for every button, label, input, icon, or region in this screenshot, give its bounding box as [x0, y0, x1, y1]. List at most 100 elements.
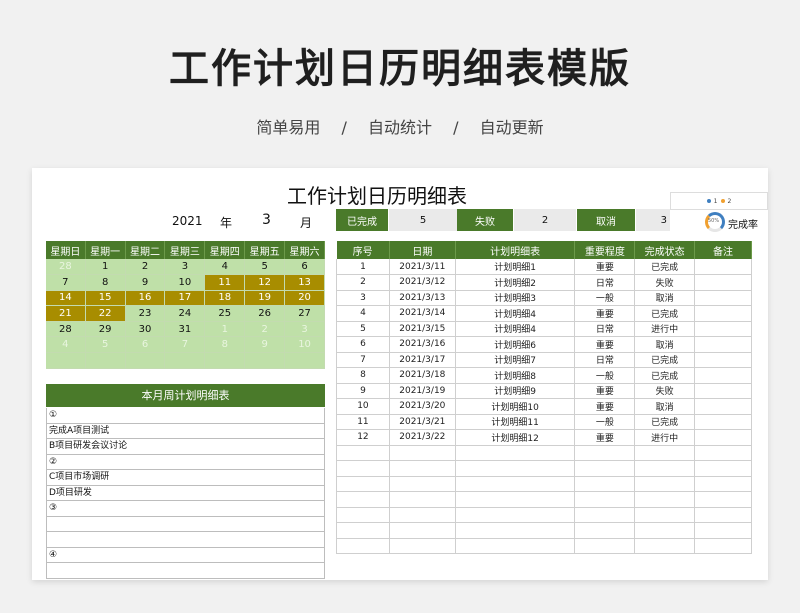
calendar-day[interactable]: 4	[46, 336, 86, 354]
table-cell[interactable]	[574, 445, 636, 461]
table-cell[interactable]: 重要	[574, 383, 636, 399]
table-cell[interactable]	[694, 274, 752, 291]
table-cell[interactable]	[455, 460, 576, 477]
calendar-day[interactable]: 7	[164, 336, 206, 354]
table-cell[interactable]: 2021/3/16	[389, 336, 456, 353]
table-cell[interactable]: 已完成	[634, 259, 696, 275]
table-cell[interactable]	[694, 414, 752, 430]
table-cell[interactable]: 7	[336, 352, 390, 368]
table-cell[interactable]	[694, 398, 752, 415]
table-cell[interactable]: 3	[336, 290, 390, 306]
week-plan-item[interactable]: B项目研发会议讨论	[46, 439, 325, 455]
table-cell[interactable]: 6	[336, 336, 390, 353]
table-cell[interactable]: 重要	[574, 305, 636, 322]
table-cell[interactable]	[694, 367, 752, 384]
calendar-day[interactable]	[244, 352, 286, 369]
calendar-day[interactable]: 29	[85, 321, 126, 338]
calendar-day[interactable]: 5	[244, 259, 286, 276]
calendar-day[interactable]: 12	[244, 274, 286, 291]
table-cell[interactable]	[336, 491, 390, 508]
table-cell[interactable]	[694, 522, 752, 539]
table-cell[interactable]	[694, 305, 752, 322]
table-cell[interactable]: 计划明细4	[455, 321, 576, 337]
calendar-day[interactable]: 2	[125, 259, 166, 276]
calendar-day[interactable]: 2	[244, 321, 286, 338]
calendar-day[interactable]: 3	[284, 321, 325, 338]
table-cell[interactable]	[694, 538, 752, 554]
table-cell[interactable]	[634, 522, 696, 539]
week-plan-item[interactable]: ④	[46, 547, 325, 563]
table-cell[interactable]	[574, 476, 636, 492]
table-cell[interactable]: 重要	[574, 336, 636, 353]
table-cell[interactable]	[455, 476, 576, 492]
table-cell[interactable]: 一般	[574, 290, 636, 306]
table-cell[interactable]: 2021/3/21	[389, 414, 456, 430]
week-plan-item[interactable]: 完成A项目测试	[46, 423, 325, 439]
calendar-day[interactable]: 14	[46, 290, 86, 307]
table-cell[interactable]: 已完成	[634, 367, 696, 384]
table-cell[interactable]	[694, 336, 752, 353]
table-cell[interactable]	[389, 507, 456, 523]
table-cell[interactable]: 2021/3/11	[389, 259, 456, 275]
week-plan-item[interactable]: ①	[46, 408, 325, 424]
table-cell[interactable]: 计划明细4	[455, 305, 576, 322]
table-cell[interactable]: 2	[336, 274, 390, 291]
table-cell[interactable]	[634, 538, 696, 554]
table-cell[interactable]	[574, 538, 636, 554]
table-cell[interactable]	[574, 507, 636, 523]
table-cell[interactable]	[574, 491, 636, 508]
table-cell[interactable]: 重要	[574, 429, 636, 446]
week-plan-item[interactable]	[46, 516, 325, 532]
week-plan-item[interactable]: ②	[46, 454, 325, 470]
calendar-day[interactable]: 17	[164, 290, 206, 307]
table-cell[interactable]	[694, 429, 752, 446]
calendar-day[interactable]: 31	[164, 321, 206, 338]
table-cell[interactable]	[389, 476, 456, 492]
table-cell[interactable]: 计划明细11	[455, 414, 576, 430]
table-cell[interactable]	[694, 460, 752, 477]
table-cell[interactable]	[389, 460, 456, 477]
table-cell[interactable]: 2021/3/17	[389, 352, 456, 368]
table-cell[interactable]: 一般	[574, 414, 636, 430]
table-cell[interactable]	[455, 507, 576, 523]
table-cell[interactable]: 8	[336, 367, 390, 384]
table-cell[interactable]: 已完成	[634, 352, 696, 368]
table-cell[interactable]	[694, 352, 752, 368]
table-cell[interactable]: 11	[336, 414, 390, 430]
table-cell[interactable]: 计划明细2	[455, 274, 576, 291]
table-cell[interactable]: 2021/3/18	[389, 367, 456, 384]
table-cell[interactable]	[634, 491, 696, 508]
table-cell[interactable]	[336, 538, 390, 554]
table-cell[interactable]: 重要	[574, 398, 636, 415]
week-plan-item[interactable]	[46, 563, 325, 579]
table-cell[interactable]	[336, 476, 390, 492]
table-cell[interactable]: 计划明细6	[455, 336, 576, 353]
year-value[interactable]: 2021	[172, 214, 203, 228]
table-cell[interactable]	[694, 383, 752, 399]
table-cell[interactable]: 10	[336, 398, 390, 415]
calendar-day[interactable]: 1	[85, 259, 126, 276]
table-cell[interactable]	[336, 460, 390, 477]
table-cell[interactable]	[455, 538, 576, 554]
table-cell[interactable]	[336, 445, 390, 461]
table-cell[interactable]: 日常	[574, 352, 636, 368]
table-cell[interactable]	[694, 445, 752, 461]
table-cell[interactable]: 重要	[574, 259, 636, 275]
table-cell[interactable]: 计划明细10	[455, 398, 576, 415]
calendar-day[interactable]: 16	[125, 290, 166, 307]
table-cell[interactable]	[694, 259, 752, 275]
week-plan-item[interactable]: ③	[46, 501, 325, 517]
table-cell[interactable]	[694, 507, 752, 523]
table-cell[interactable]: 2021/3/19	[389, 383, 456, 399]
calendar-day[interactable]: 3	[164, 259, 206, 276]
table-cell[interactable]: 9	[336, 383, 390, 399]
table-cell[interactable]	[389, 538, 456, 554]
table-cell[interactable]: 5	[336, 321, 390, 337]
table-cell[interactable]	[336, 522, 390, 539]
table-cell[interactable]: 计划明细7	[455, 352, 576, 368]
table-cell[interactable]	[574, 522, 636, 539]
calendar-day[interactable]: 30	[125, 321, 166, 338]
table-cell[interactable]	[455, 522, 576, 539]
table-cell[interactable]: 已完成	[634, 414, 696, 430]
calendar-day[interactable]: 6	[125, 336, 166, 354]
